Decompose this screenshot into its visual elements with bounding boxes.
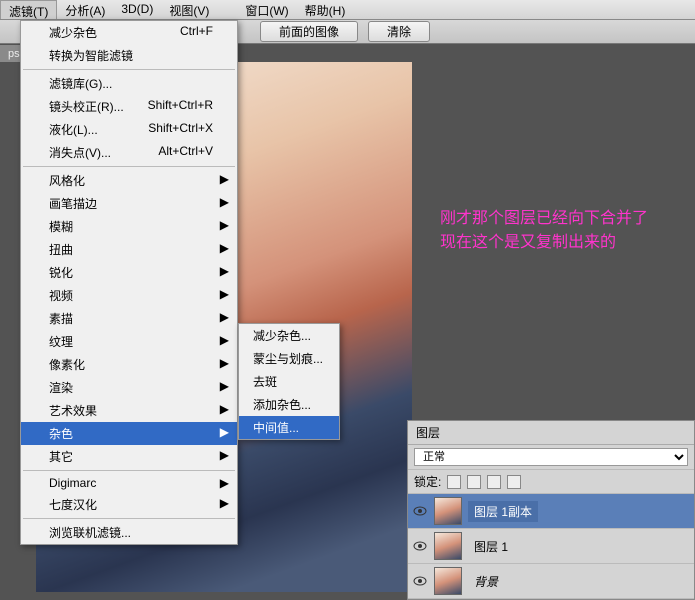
lock-all-icon[interactable] bbox=[507, 475, 521, 489]
layers-tab[interactable]: 图层 bbox=[408, 421, 694, 445]
menubar: 滤镜(T) 分析(A) 3D(D) 视图(V) 窗口(W) 帮助(H) bbox=[0, 0, 695, 20]
visibility-icon[interactable] bbox=[412, 504, 428, 518]
menu-lens-correction[interactable]: 镜头校正(R)...Shift+Ctrl+R bbox=[21, 95, 237, 118]
menu-artistic[interactable]: 艺术效果▶ bbox=[21, 399, 237, 422]
submenu-add-noise[interactable]: 添加杂色... bbox=[239, 393, 339, 416]
submenu-despeckle[interactable]: 去斑 bbox=[239, 370, 339, 393]
annotation-text: 刚才那个图层已经向下合并了 现在这个是又复制出来的 bbox=[440, 207, 648, 255]
layer-row[interactable]: 图层 1 bbox=[408, 529, 694, 564]
menu-vanishing-point[interactable]: 消失点(V)...Alt+Ctrl+V bbox=[21, 141, 237, 164]
menu-texture[interactable]: 纹理▶ bbox=[21, 330, 237, 353]
menu-digimarc[interactable]: Digimarc▶ bbox=[21, 473, 237, 493]
layer-thumbnail bbox=[434, 532, 462, 560]
menu-filter[interactable]: 滤镜(T) bbox=[0, 0, 57, 19]
layer-name: 背景 bbox=[468, 571, 504, 592]
menu-filter-gallery[interactable]: 滤镜库(G)... bbox=[21, 72, 237, 95]
blend-mode-select[interactable]: 正常 bbox=[414, 448, 688, 466]
layer-thumbnail bbox=[434, 497, 462, 525]
clear-button[interactable]: 清除 bbox=[368, 21, 430, 42]
menu-pixelate[interactable]: 像素化▶ bbox=[21, 353, 237, 376]
menu-render[interactable]: 渲染▶ bbox=[21, 376, 237, 399]
menu-reduce-noise[interactable]: 减少杂色Ctrl+F bbox=[21, 21, 237, 44]
lock-position-icon[interactable] bbox=[487, 475, 501, 489]
menu-other[interactable]: 其它▶ bbox=[21, 445, 237, 468]
filter-dropdown: 减少杂色Ctrl+F 转换为智能滤镜 滤镜库(G)... 镜头校正(R)...S… bbox=[20, 20, 238, 545]
menu-blur[interactable]: 模糊▶ bbox=[21, 215, 237, 238]
annotation-line2: 现在这个是又复制出来的 bbox=[440, 231, 648, 255]
submenu-median[interactable]: 中间值... bbox=[239, 416, 339, 439]
layer-row[interactable]: 图层 1副本 bbox=[408, 494, 694, 529]
menu-stylize[interactable]: 风格化▶ bbox=[21, 169, 237, 192]
layer-row[interactable]: 背景 bbox=[408, 564, 694, 599]
layers-panel: 图层 正常 锁定: 图层 1副本 图层 1 背景 bbox=[407, 420, 695, 600]
menu-help[interactable]: 帮助(H) bbox=[297, 0, 354, 19]
submenu-dust-scratches[interactable]: 蒙尘与划痕... bbox=[239, 347, 339, 370]
menu-distort[interactable]: 扭曲▶ bbox=[21, 238, 237, 261]
menu-browse-online[interactable]: 浏览联机滤镜... bbox=[21, 521, 237, 544]
noise-submenu: 减少杂色... 蒙尘与划痕... 去斑 添加杂色... 中间值... bbox=[238, 323, 340, 440]
menu-sketch[interactable]: 素描▶ bbox=[21, 307, 237, 330]
annotation-line1: 刚才那个图层已经向下合并了 bbox=[440, 207, 648, 231]
menu-smart-filter[interactable]: 转换为智能滤镜 bbox=[21, 44, 237, 67]
menu-3d[interactable]: 3D(D) bbox=[113, 0, 161, 19]
layer-name: 图层 1副本 bbox=[468, 501, 538, 522]
layer-thumbnail bbox=[434, 567, 462, 595]
lock-label: 锁定: bbox=[414, 473, 441, 490]
menu-window[interactable]: 窗口(W) bbox=[237, 0, 296, 19]
menu-noise[interactable]: 杂色▶ bbox=[21, 422, 237, 445]
layer-name: 图层 1 bbox=[468, 536, 514, 557]
menu-video[interactable]: 视频▶ bbox=[21, 284, 237, 307]
visibility-icon[interactable] bbox=[412, 574, 428, 588]
menu-sharpen[interactable]: 锐化▶ bbox=[21, 261, 237, 284]
menu-liquify[interactable]: 液化(L)...Shift+Ctrl+X bbox=[21, 118, 237, 141]
lock-transparent-icon[interactable] bbox=[447, 475, 461, 489]
menu-qidu[interactable]: 七度汉化▶ bbox=[21, 493, 237, 516]
menu-brush-strokes[interactable]: 画笔描边▶ bbox=[21, 192, 237, 215]
lock-row: 锁定: bbox=[408, 470, 694, 494]
visibility-icon[interactable] bbox=[412, 539, 428, 553]
menu-analysis[interactable]: 分析(A) bbox=[57, 0, 113, 19]
prev-image-button[interactable]: 前面的图像 bbox=[260, 21, 358, 42]
lock-image-icon[interactable] bbox=[467, 475, 481, 489]
submenu-reduce-noise[interactable]: 减少杂色... bbox=[239, 324, 339, 347]
menu-view[interactable]: 视图(V) bbox=[161, 0, 217, 19]
